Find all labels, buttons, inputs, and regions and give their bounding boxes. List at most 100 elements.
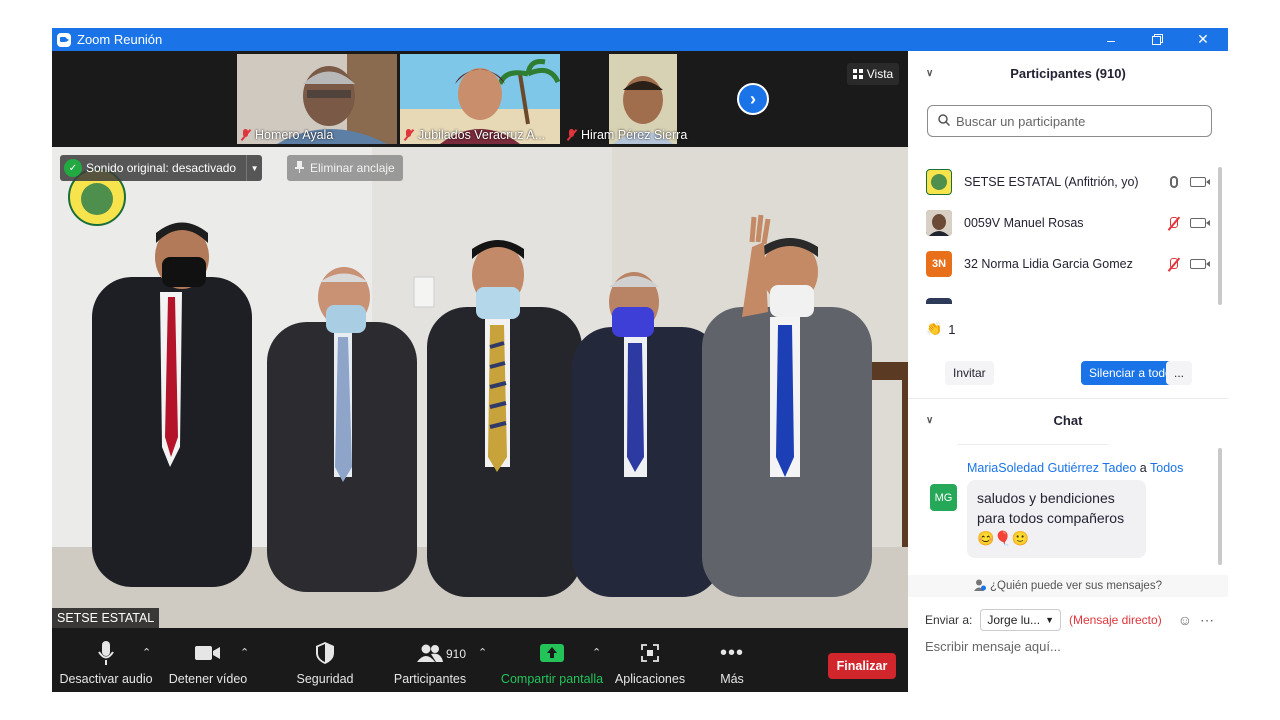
participant-name: SETSE ESTATAL (Anfitrión, yo): [964, 175, 1139, 189]
chat-message-input[interactable]: Escribir mensaje aquí...: [925, 639, 1061, 654]
muted-mic-icon[interactable]: [1168, 257, 1178, 271]
chevron-down-icon: ▼: [1045, 615, 1054, 625]
avatar: [926, 169, 952, 195]
participants-icon: [417, 639, 443, 667]
restore-button[interactable]: [1134, 28, 1180, 51]
view-button[interactable]: Vista: [847, 63, 899, 85]
participants-count: 910: [446, 647, 467, 661]
participant-thumb[interactable]: Hiram Pérez Sierra: [563, 54, 723, 144]
recipient-select[interactable]: Jorge lu... ▼: [980, 609, 1061, 631]
chevron-up-icon[interactable]: ⌃: [478, 646, 487, 659]
participant-thumb[interactable]: Homero Ayala: [237, 54, 397, 144]
ellipsis-icon: •••: [719, 641, 744, 664]
grid-icon: [852, 69, 863, 79]
main-video: ✓ Sonido original: desactivado ▼ Elimina…: [52, 147, 908, 628]
chat-recipient[interactable]: Todos: [1150, 461, 1183, 475]
participant-name: Hiram Pérez Sierra: [581, 128, 688, 142]
who-can-see-link[interactable]: ¿Quién puede ver sus mensajes?: [908, 575, 1228, 597]
original-sound-label: Sonido original: desactivado: [86, 161, 237, 175]
microphone-icon[interactable]: [1170, 176, 1178, 188]
chat-header: ∨ Chat: [908, 405, 1228, 435]
emoji-icon[interactable]: ☺: [1178, 612, 1192, 628]
participant-thumb[interactable]: Jubilados Veracruz A...: [400, 54, 560, 144]
participant-row[interactable]: 0059V Manuel Rosas: [926, 206, 1210, 240]
participant-name: Jubilados Veracruz A...: [418, 128, 546, 142]
video-camera-icon[interactable]: [1190, 177, 1210, 187]
more-icon[interactable]: ⋯: [1200, 612, 1214, 629]
more-label: Más: [720, 672, 744, 686]
chat-message-emojis: 😊🎈🙂: [977, 530, 1030, 546]
video-stage: Homero Ayala Jubilados Veracruz A... Hir…: [52, 51, 908, 628]
shield-icon: [316, 639, 334, 667]
stop-video-button[interactable]: Detener vídeo: [168, 628, 248, 692]
gallery-strip: Homero Ayala Jubilados Veracruz A... Hir…: [52, 51, 908, 147]
muted-mic-icon: [567, 129, 577, 141]
restore-icon: [1151, 34, 1163, 45]
video-camera-icon[interactable]: [1190, 218, 1210, 228]
more-options-button[interactable]: ...: [1166, 361, 1193, 385]
muted-mic-icon[interactable]: [1168, 216, 1178, 230]
chevron-down-icon[interactable]: ▼: [246, 155, 262, 181]
minimize-button[interactable]: –: [1088, 28, 1134, 51]
chevron-up-icon[interactable]: ⌃: [240, 646, 249, 659]
chat-message-bubble: saludos y bendiciones para todos compañe…: [967, 480, 1146, 558]
participant-search-input[interactable]: Buscar un participante: [927, 105, 1212, 137]
participant-name: Homero Ayala: [255, 128, 334, 142]
muted-mic-icon: [241, 129, 251, 141]
avatar: [926, 210, 952, 236]
next-page-button[interactable]: ›: [737, 83, 769, 115]
more-button[interactable]: ••• Más: [708, 628, 756, 692]
chevron-up-icon[interactable]: ⌃: [592, 646, 601, 659]
original-sound-toggle[interactable]: ✓ Sonido original: desactivado ▼: [60, 155, 263, 181]
chevron-down-icon[interactable]: ∨: [926, 68, 933, 79]
participant-row[interactable]: 3N 32 Norma Lidia Garcia Gomez: [926, 247, 1210, 281]
pin-icon: [295, 160, 304, 176]
title-bar: Zoom Reunión – ✕: [52, 28, 1228, 51]
apps-button[interactable]: Aplicaciones: [612, 628, 688, 692]
chat-connector: a: [1139, 461, 1147, 475]
side-panel: ∨ Participantes (910) Buscar un particip…: [908, 51, 1228, 692]
video-camera-icon[interactable]: [1190, 259, 1210, 269]
invite-button[interactable]: Invitar: [945, 361, 994, 385]
clap-icon: 👏: [926, 321, 943, 336]
zoom-logo-icon: [57, 32, 71, 47]
participant-row-partial: [926, 298, 1206, 304]
chat-sender[interactable]: MariaSoledad Gutiérrez Tadeo: [967, 461, 1136, 475]
send-to-label: Enviar a:: [925, 613, 973, 627]
divider: [958, 444, 1108, 445]
mute-audio-label: Desactivar audio: [59, 672, 153, 686]
search-placeholder: Buscar un participante: [956, 113, 1086, 129]
chevron-down-icon[interactable]: ∨: [926, 415, 933, 426]
participants-header: ∨ Participantes (910): [908, 58, 1228, 88]
video-camera-icon: [195, 639, 221, 667]
participants-label: Participantes: [393, 672, 467, 686]
divider: [908, 398, 1228, 399]
search-icon: [938, 113, 951, 129]
unpin-label: Eliminar anclaje: [310, 161, 395, 175]
participant-name: 32 Norma Lidia Garcia Gomez: [964, 257, 1133, 271]
participant-name: 0059V Manuel Rosas: [964, 216, 1084, 230]
direct-message-label: (Mensaje directo): [1068, 613, 1162, 627]
share-screen-icon: [540, 639, 564, 667]
chat-message-header: MariaSoledad Gutiérrez Tadeo a Todos: [967, 461, 1183, 475]
chat-message-line: para todos compañeros: [977, 510, 1125, 526]
mute-audio-button[interactable]: Desactivar audio: [59, 628, 153, 692]
participant-row[interactable]: SETSE ESTATAL (Anfitrión, yo): [926, 165, 1210, 199]
participants-scrollbar[interactable]: [1218, 167, 1222, 305]
unpin-button[interactable]: Eliminar anclaje: [287, 155, 403, 181]
person-lock-icon: [974, 579, 987, 594]
avatar: MG: [930, 484, 957, 511]
security-button[interactable]: Seguridad: [290, 628, 360, 692]
window-title: Zoom Reunión: [77, 32, 163, 47]
apps-label: Aplicaciones: [614, 672, 686, 686]
speaker-name: SETSE ESTATAL: [52, 608, 160, 628]
chat-title: Chat: [1053, 412, 1083, 428]
share-screen-button[interactable]: Compartir pantalla: [498, 628, 606, 692]
meeting-toolbar: Desactivar audio ⌃ Detener vídeo ⌃ Segur…: [52, 628, 908, 692]
end-meeting-button[interactable]: Finalizar: [828, 653, 896, 679]
chevron-up-icon[interactable]: ⌃: [142, 646, 151, 659]
view-label: Vista: [866, 67, 894, 81]
close-button[interactable]: ✕: [1180, 28, 1226, 51]
reaction-count: 1: [948, 321, 956, 337]
chat-scrollbar[interactable]: [1218, 448, 1222, 565]
